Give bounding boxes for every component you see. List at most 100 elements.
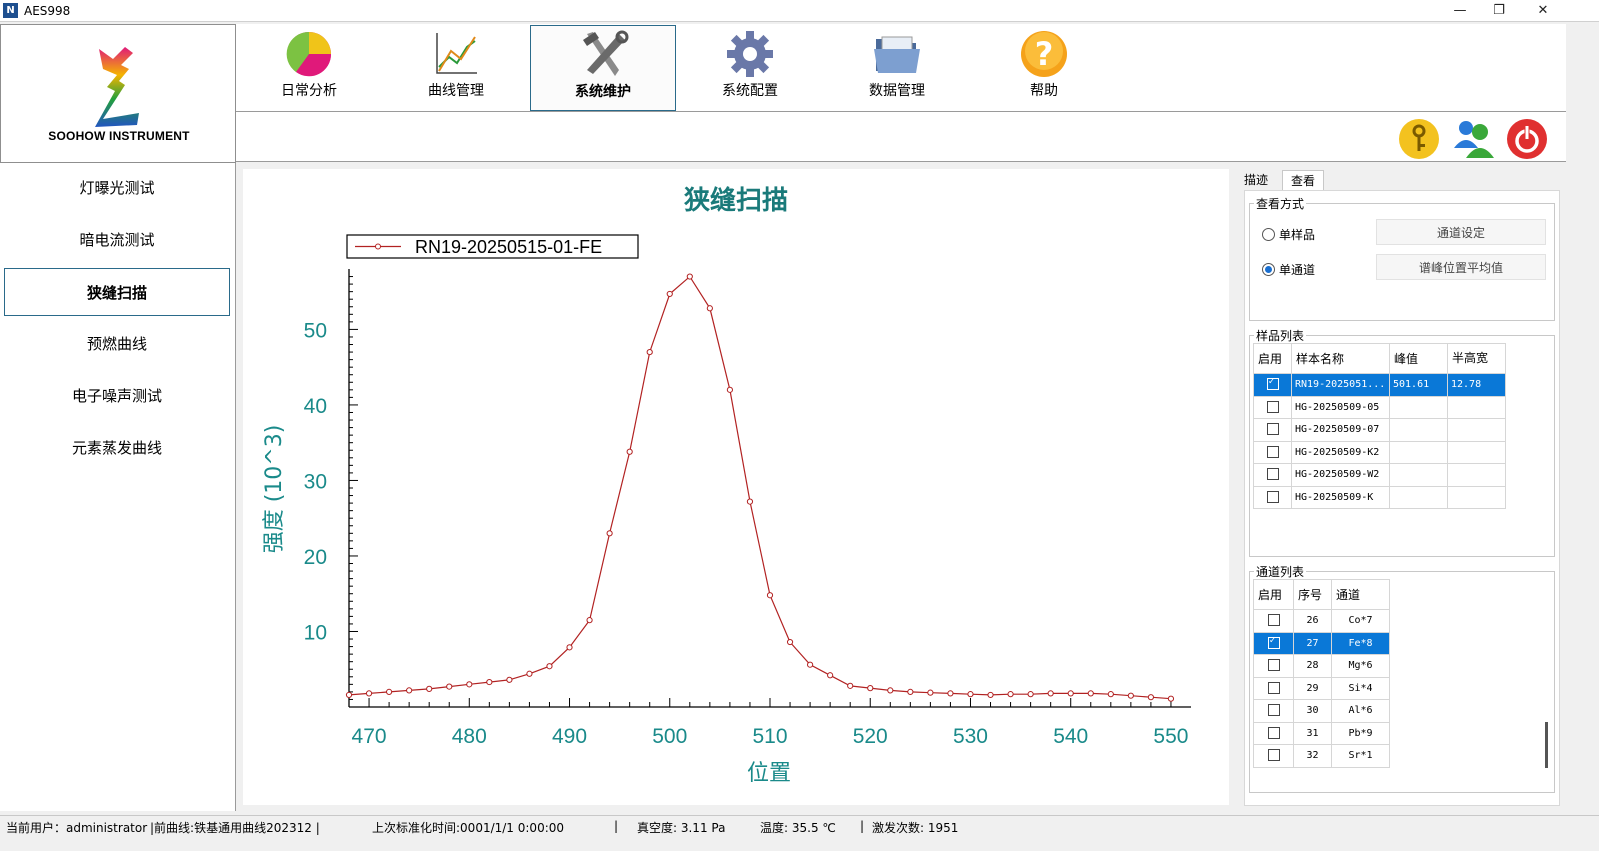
enable-checkbox[interactable] (1267, 726, 1280, 739)
table-row[interactable]: 31 Pb*9 (1253, 721, 1390, 745)
tool-curve-management[interactable]: 曲线管理 (383, 25, 529, 111)
enable-cell[interactable] (1253, 485, 1292, 509)
enable-cell[interactable] (1253, 676, 1294, 700)
tab-view[interactable]: 查看 (1282, 170, 1325, 191)
enable-checkbox[interactable] (1267, 659, 1280, 672)
x-tick-label: 540 (1053, 725, 1088, 748)
title-bar: N AES998 — ❐ ✕ (0, 0, 1599, 22)
peak-cell (1389, 395, 1448, 419)
enable-cell[interactable] (1253, 463, 1292, 487)
power-icon[interactable] (1504, 116, 1550, 162)
radio-single-sample[interactable]: 单样品 (1262, 227, 1315, 243)
enable-checkbox[interactable] (1267, 681, 1280, 694)
sidebar-item-preburn-curve[interactable]: 预燃曲线 (4, 320, 230, 368)
table-row[interactable]: 28 Mg*6 (1253, 654, 1390, 678)
enable-cell[interactable] (1253, 373, 1292, 397)
y-axis-label: 强度 (10^3) (262, 425, 287, 554)
enable-checkbox[interactable] (1266, 490, 1279, 503)
table-row[interactable]: 32 Sr*1 (1253, 744, 1390, 768)
status-calibration-time: 上次标准化时间:0001/1/1 0:00:00 (372, 821, 565, 835)
enable-cell[interactable] (1253, 744, 1294, 768)
enable-cell[interactable] (1253, 418, 1292, 442)
series-line (348, 275, 1172, 700)
table-row[interactable]: HG-20250509-05 (1253, 395, 1506, 419)
radio-circle[interactable] (1262, 228, 1275, 241)
sidebar-item-slit-scan[interactable]: 狭缝扫描 (4, 268, 230, 316)
channel-number-cell: 28 (1293, 654, 1332, 678)
restore-button[interactable]: ❐ (1476, 0, 1522, 22)
enable-checkbox[interactable] (1267, 614, 1280, 627)
enable-cell[interactable] (1253, 721, 1294, 745)
tool-data-management[interactable]: 数据管理 (824, 25, 970, 111)
data-point (586, 617, 593, 624)
table-row[interactable]: HG-20250509-07 (1253, 418, 1506, 442)
sample-table: 启用 样本名称 峰值 半高宽 RN19-2025051...501.6112.7… (1253, 343, 1506, 509)
col-sample-name: 样本名称 (1291, 343, 1390, 374)
table-row[interactable]: 30 Al*6 (1253, 699, 1390, 723)
close-button[interactable]: ✕ (1520, 0, 1566, 22)
fwhm-cell (1447, 440, 1506, 464)
peak-average-button[interactable]: 谱峰位置平均值 (1376, 254, 1546, 280)
tool-system-config[interactable]: 系统配置 (677, 25, 823, 111)
enable-checkbox[interactable] (1266, 376, 1279, 391)
tool-label: 系统配置 (722, 83, 778, 99)
table-row[interactable]: RN19-2025051...501.6112.78 (1253, 373, 1506, 397)
tab-trace[interactable]: 描迹 (1236, 170, 1276, 191)
radio-single-channel[interactable]: 单通道 (1262, 262, 1315, 278)
enable-checkbox[interactable] (1266, 400, 1279, 413)
tool-help[interactable]: ? 帮助 (971, 25, 1117, 111)
chart-plot (345, 273, 1175, 702)
chart-axes: 470 480 490 500 510 520 530 540 550 10 20 30 40 50 (304, 269, 1191, 748)
tool-label: 曲线管理 (428, 83, 484, 99)
enable-checkbox[interactable] (1267, 749, 1280, 762)
sidebar-item-evaporation-curve[interactable]: 元素蒸发曲线 (4, 424, 230, 472)
data-point (1007, 691, 1014, 698)
data-point (947, 690, 954, 697)
data-point (746, 498, 754, 505)
enable-cell[interactable] (1253, 699, 1294, 723)
channel-setting-button[interactable]: 通道设定 (1376, 219, 1546, 245)
enable-checkbox[interactable] (1266, 423, 1279, 436)
key-icon[interactable] (1396, 116, 1442, 162)
enable-checkbox[interactable] (1266, 445, 1279, 458)
peak-cell (1389, 463, 1448, 487)
data-point (526, 670, 533, 677)
sidebar-item-lamp-exposure[interactable]: 灯曝光测试 (4, 164, 230, 212)
tool-label: 帮助 (1030, 83, 1058, 99)
tool-system-maintenance[interactable]: 系统维护 (530, 25, 676, 111)
enable-cell[interactable] (1253, 654, 1294, 678)
x-tick-label: 510 (752, 725, 787, 748)
sidebar-item-dark-current[interactable]: 暗电流测试 (4, 216, 230, 264)
table-row[interactable]: HG-20250509-K2 (1253, 440, 1506, 464)
status-vacuum: 真空度: 3.11 Pa (637, 821, 726, 835)
enable-checkbox[interactable] (1267, 635, 1280, 649)
radio-label: 单样品 (1279, 228, 1316, 242)
data-point (446, 683, 453, 690)
channel-scrollbar[interactable] (1545, 722, 1548, 768)
chart-panel: 狭缝扫描 位置 强度 (10^3) RN19-20250515-01-FE 47… (243, 169, 1229, 805)
sidebar-item-noise-test[interactable]: 电子噪声测试 (4, 372, 230, 420)
table-row[interactable]: HG-20250509-W2 (1253, 463, 1506, 487)
table-row[interactable]: 26 Co*7 (1253, 609, 1390, 633)
sample-name-cell: HG-20250509-K2 (1291, 440, 1390, 464)
enable-cell[interactable] (1253, 395, 1292, 419)
tool-daily-analysis[interactable]: 日常分析 (236, 25, 382, 111)
enable-checkbox[interactable] (1266, 468, 1279, 481)
enable-cell[interactable] (1253, 440, 1292, 464)
enable-cell[interactable] (1253, 631, 1294, 655)
radio-circle[interactable] (1262, 263, 1275, 276)
users-icon[interactable] (1450, 116, 1496, 162)
enable-cell[interactable] (1253, 609, 1294, 633)
table-row[interactable]: 27Fe*8 (1253, 631, 1390, 655)
status-temperature: 温度: 35.5 ℃ (760, 821, 836, 835)
enable-checkbox[interactable] (1267, 704, 1280, 717)
data-point (887, 687, 894, 694)
channel-table: 启用 序号 通道 26Co*727Fe*828Mg*629Si*430Al*63… (1253, 579, 1390, 768)
view-mode-title: 查看方式 (1254, 195, 1307, 212)
status-user: 当前用户：administrator (6, 821, 148, 835)
sample-name-cell: RN19-2025051... (1291, 373, 1390, 397)
slit-scan-chart: 狭缝扫描 位置 强度 (10^3) RN19-20250515-01-FE 47… (262, 185, 1191, 786)
table-row[interactable]: HG-20250509-K (1253, 485, 1506, 509)
col-enable: 启用 (1253, 579, 1294, 610)
table-row[interactable]: 29 Si*4 (1253, 676, 1390, 700)
